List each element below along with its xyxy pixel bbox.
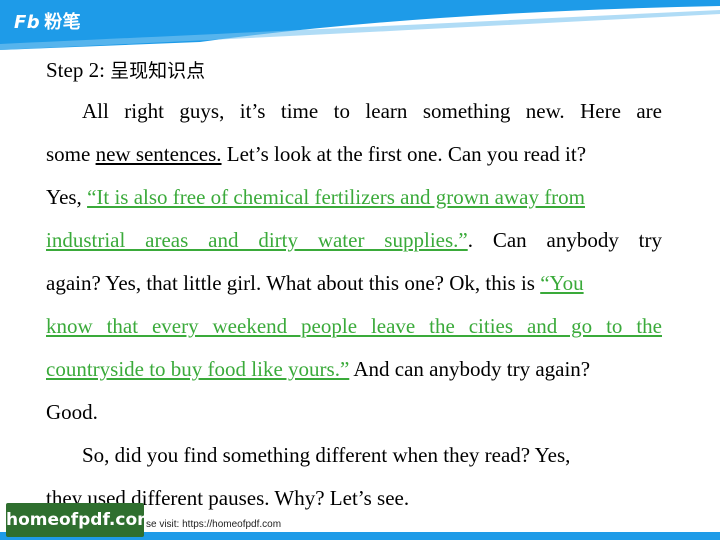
step-heading: Step 2: 呈现知识点: [46, 56, 205, 83]
paragraph1-line3: Yes, “It is also free of chemical fertil…: [46, 185, 585, 210]
logo-mark: Fb: [14, 12, 41, 33]
header-band: [0, 0, 720, 50]
underlined-phrase: new sentences.: [95, 142, 222, 166]
paragraph1-line4: industrial areas and dirty water supplie…: [46, 228, 662, 253]
brand-logo: Fb 粉笔: [14, 8, 81, 34]
text-segment: And can anybody try again?: [349, 357, 591, 381]
quoted-sentence-2-end: countryside to buy food like yours.”: [46, 357, 350, 381]
text-segment: Yes,: [46, 185, 88, 209]
text-segment: . Can anybody try: [467, 228, 662, 252]
paragraph1-line1: All right guys, it’s time to learn somet…: [82, 99, 662, 123]
step-label: Step 2:: [46, 58, 111, 82]
paragraph1-line2: some new sentences. Let’s look at the fi…: [46, 142, 586, 167]
text-segment: Let’s look at the first one. Can you rea…: [221, 142, 587, 166]
quoted-sentence-2-cont: know that every weekend people leave the…: [46, 314, 662, 338]
paragraph1-line5: again? Yes, that little girl. What about…: [46, 271, 584, 296]
quoted-sentence-1-cont: industrial areas and dirty water supplie…: [46, 228, 468, 252]
paragraph1-line8: Good.: [46, 400, 98, 424]
text-segment: again? Yes, that little girl. What about…: [46, 271, 541, 295]
quoted-sentence-1: “It is also free of chemical fertilizers…: [87, 185, 586, 209]
paragraph1-line6: know that every weekend people leave the…: [46, 314, 662, 339]
watermark-text: se visit: https://homeofpdf.com: [146, 519, 282, 530]
paragraph1-line7: countryside to buy food like yours.” And…: [46, 357, 590, 382]
paragraph2-line1: So, did you find something different whe…: [82, 443, 571, 467]
quoted-sentence-2: “You: [540, 271, 584, 295]
logo-text: 粉笔: [44, 12, 82, 33]
text-segment: some: [46, 142, 96, 166]
step-title: 呈现知识点: [110, 60, 206, 82]
watermark-badge: homeofpdf.com: [6, 503, 155, 537]
